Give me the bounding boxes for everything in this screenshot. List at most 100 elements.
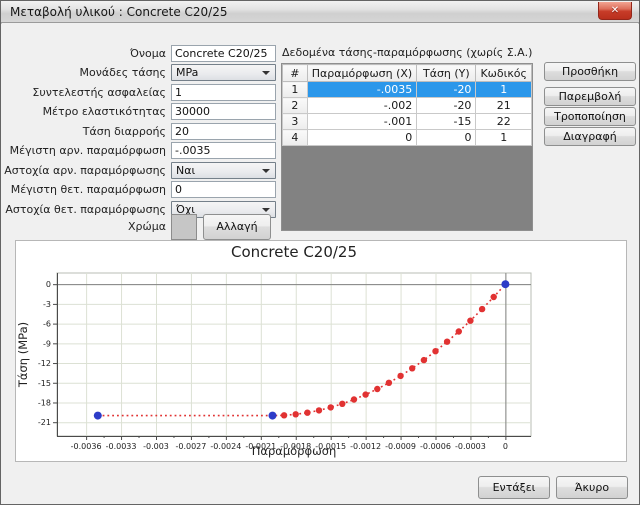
svg-text:-6: -6 — [43, 320, 51, 329]
stress-units-select[interactable]: MPa — [171, 64, 276, 81]
title-bar[interactable]: Μεταβολή υλικού : Concrete C20/25 ✕ — [1, 1, 639, 23]
table-cell[interactable]: 3 — [283, 114, 308, 130]
chevron-down-icon — [262, 71, 270, 75]
svg-text:-0.0027: -0.0027 — [175, 442, 206, 451]
safety-factor-input[interactable] — [171, 84, 276, 101]
chart-data-point — [316, 407, 322, 413]
color-label: Χρώμα — [1, 214, 166, 240]
chart-data-point — [281, 412, 287, 418]
chart-data-point — [351, 396, 357, 402]
yield-stress-input[interactable] — [171, 123, 276, 140]
max-neg-strain-input[interactable] — [171, 142, 276, 159]
svg-text:0: 0 — [503, 442, 508, 451]
ok-button[interactable]: Εντάξει — [478, 476, 550, 499]
stress-strain-grid[interactable]: #Παραμόρφωση (X)Τάση (Y)Κωδικός 1-.0035-… — [281, 63, 533, 231]
table-cell[interactable]: -20 — [417, 98, 476, 114]
svg-text:-0.003: -0.003 — [143, 442, 169, 451]
add-button[interactable]: Προσθήκη — [544, 62, 636, 81]
stress-units-value: MPa — [176, 66, 198, 79]
elastic-modulus-input[interactable] — [171, 103, 276, 120]
column-header[interactable]: Κωδικός — [476, 65, 532, 82]
name-label: Όνομα — [1, 45, 166, 62]
neg-strain-failure-label: Αστοχία αρν. παραμόρφωσης — [1, 162, 166, 179]
window-title: Μεταβολή υλικού : Concrete C20/25 — [1, 5, 227, 19]
dialog-client-area: Όνομα Μονάδες τάσης MPa Συντελεστής ασφα… — [1, 24, 639, 504]
chart-data-point — [444, 339, 450, 345]
close-icon[interactable]: ✕ — [598, 2, 632, 20]
chart-data-point — [269, 412, 277, 420]
chart-title: Concrete C20/25 — [231, 243, 357, 261]
table-cell[interactable]: -.002 — [307, 98, 417, 114]
max-pos-strain-label: Μέγιστη θετ. παραμόρφωση — [1, 181, 166, 198]
svg-text:-0.0009: -0.0009 — [385, 442, 416, 451]
table-cell[interactable]: 4 — [283, 130, 308, 146]
stress-strain-chart: -0.0036-0.0033-0.003-0.0027-0.0024-0.002… — [15, 240, 627, 462]
table-header-row[interactable]: #Παραμόρφωση (X)Τάση (Y)Κωδικός — [283, 65, 532, 82]
table-cell[interactable]: -15 — [417, 114, 476, 130]
elastic-modulus-label: Μέτρο ελαστικότητας — [1, 103, 166, 120]
y-axis-label: Τάση (MPa) — [16, 322, 30, 388]
chart-data-point — [501, 280, 509, 288]
svg-text:-0.0012: -0.0012 — [350, 442, 381, 451]
chart-data-point — [397, 373, 403, 379]
yield-stress-label: Τάση διαρροής — [1, 123, 166, 140]
svg-text:-15: -15 — [38, 379, 51, 388]
table-cell[interactable]: 21 — [476, 98, 532, 114]
table-cell[interactable]: 0 — [417, 130, 476, 146]
table-cell[interactable]: 1 — [476, 130, 532, 146]
max-neg-strain-label: Μέγιστη αρν. παραμόρφωση — [1, 142, 166, 159]
svg-text:-0.0036: -0.0036 — [71, 442, 102, 451]
delete-button[interactable]: Διαγραφή — [544, 127, 636, 146]
chart-data-point — [94, 412, 102, 420]
chart-data-point — [467, 318, 473, 324]
table-row[interactable]: 4001 — [283, 130, 532, 146]
svg-text:-12: -12 — [38, 359, 51, 368]
table-row[interactable]: 3-.001-1522 — [283, 114, 532, 130]
svg-text:-18: -18 — [38, 398, 51, 407]
table-cell[interactable]: -.001 — [307, 114, 417, 130]
svg-text:0: 0 — [46, 280, 51, 289]
table-row[interactable]: 1-.0035-201 — [283, 82, 532, 98]
column-header[interactable]: Παραμόρφωση (X) — [307, 65, 417, 82]
chart-data-point — [293, 411, 299, 417]
svg-text:-0.0003: -0.0003 — [455, 442, 486, 451]
chart-data-point — [374, 386, 380, 392]
chart-data-point — [491, 294, 497, 300]
svg-text:-0.0033: -0.0033 — [106, 442, 137, 451]
neg-strain-failure-select[interactable]: Ναι — [171, 162, 276, 179]
svg-text:-0.0024: -0.0024 — [210, 442, 241, 451]
name-input[interactable] — [171, 45, 276, 62]
chart-data-point — [421, 357, 427, 363]
chart-data-point — [456, 328, 462, 334]
modify-button[interactable]: Τροποποίηση — [544, 107, 636, 126]
table-cell[interactable]: -20 — [417, 82, 476, 98]
svg-text:-21: -21 — [38, 418, 51, 427]
table-cell[interactable]: 1 — [476, 82, 532, 98]
change-color-button[interactable]: Αλλαγή — [203, 214, 271, 240]
column-header[interactable]: Τάση (Y) — [417, 65, 476, 82]
chart-data-point — [432, 348, 438, 354]
table-cell[interactable]: 22 — [476, 114, 532, 130]
table-cell[interactable]: 1 — [283, 82, 308, 98]
chart-svg: -0.0036-0.0033-0.003-0.0027-0.0024-0.002… — [16, 241, 626, 461]
chart-data-point — [479, 306, 485, 312]
chart-data-point — [339, 401, 345, 407]
chart-data-point — [362, 391, 368, 397]
table-cell[interactable]: -.0035 — [307, 82, 417, 98]
interpolate-button[interactable]: Παρεμβολή — [544, 87, 636, 106]
chart-data-point — [328, 404, 334, 410]
safety-factor-label: Συντελεστής ασφαλείας — [1, 84, 166, 101]
color-swatch[interactable] — [171, 214, 197, 240]
chevron-down-icon — [262, 208, 270, 212]
svg-text:-0.0006: -0.0006 — [420, 442, 451, 451]
material-edit-dialog: Μεταβολή υλικού : Concrete C20/25 ✕ Όνομ… — [0, 0, 640, 505]
chart-data-point — [304, 410, 310, 416]
table-cell[interactable]: 2 — [283, 98, 308, 114]
data-table: #Παραμόρφωση (X)Τάση (Y)Κωδικός 1-.0035-… — [282, 64, 532, 146]
max-pos-strain-input[interactable] — [171, 181, 276, 198]
table-cell[interactable]: 0 — [307, 130, 417, 146]
column-header[interactable]: # — [283, 65, 308, 82]
cancel-button[interactable]: Άκυρο — [556, 476, 628, 499]
chart-data-point — [386, 380, 392, 386]
table-row[interactable]: 2-.002-2021 — [283, 98, 532, 114]
